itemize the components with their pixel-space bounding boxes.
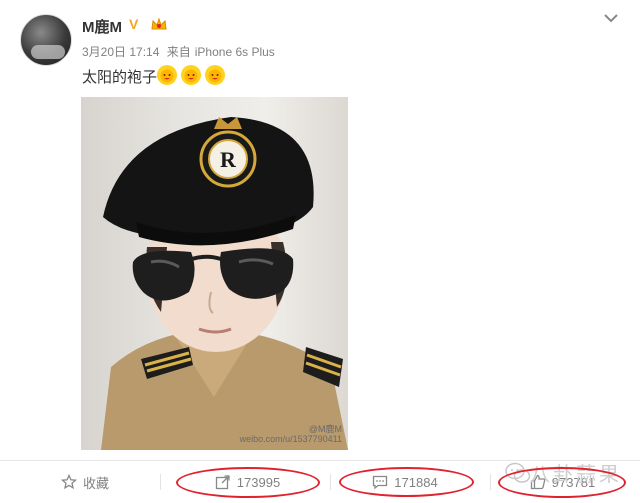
sun-icon	[157, 65, 177, 85]
crown-icon	[151, 17, 167, 30]
annotation-oval-repost	[176, 467, 320, 498]
photo-illustration: R	[101, 117, 348, 450]
watermark-handle: @M鹿M	[308, 424, 342, 434]
post-device[interactable]: iPhone 6s Plus	[195, 45, 275, 59]
favorite-label: 收藏	[82, 475, 109, 491]
photo-watermark: @M鹿M weibo.com/u/1537790411	[240, 424, 342, 444]
verified-badge: V	[129, 16, 139, 32]
via-prefix: 来自	[166, 45, 191, 59]
avatar[interactable]	[20, 14, 72, 66]
favorite-button[interactable]: 收藏	[40, 468, 130, 496]
action-separator	[330, 474, 331, 490]
cap-badge-letter: R	[220, 147, 237, 172]
chevron-down-icon[interactable]	[603, 12, 619, 24]
emoji-group	[156, 64, 226, 88]
weibo-post: M鹿M V 3月20日 17:14 来自 iPhone 6s Plus 太阳的袍子	[0, 0, 640, 503]
sun-icon	[205, 65, 225, 85]
annotation-oval-comment	[339, 467, 474, 497]
watermark-url: weibo.com/u/1537790411	[239, 434, 342, 444]
post-photo[interactable]: R @M鹿M weibo.com/u/1537790411	[81, 97, 348, 450]
action-separator	[160, 474, 161, 490]
star-icon	[60, 474, 77, 490]
sun-icon	[181, 65, 201, 85]
username[interactable]: M鹿M	[82, 16, 122, 37]
post-meta: 3月20日 17:14 来自 iPhone 6s Plus	[82, 43, 279, 60]
action-separator	[490, 474, 491, 490]
post-text: 太阳的袍子	[82, 69, 158, 86]
post-date[interactable]: 3月20日 17:14	[82, 45, 159, 59]
annotation-oval-like	[498, 467, 626, 498]
